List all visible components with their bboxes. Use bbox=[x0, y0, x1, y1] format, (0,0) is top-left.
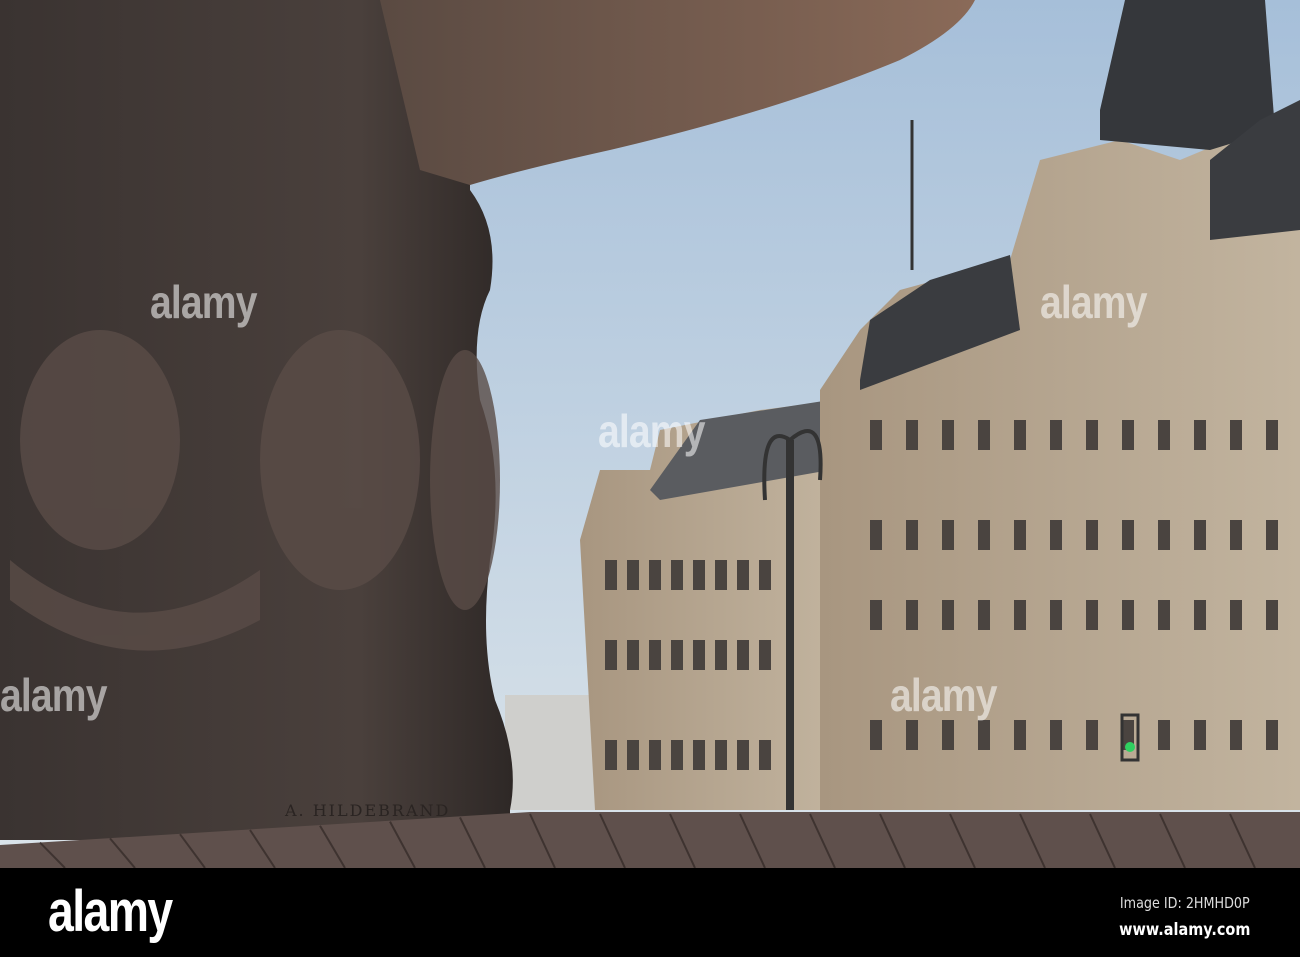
window bbox=[671, 640, 683, 670]
window bbox=[1086, 420, 1098, 450]
window bbox=[906, 520, 918, 550]
window bbox=[1050, 420, 1062, 450]
window bbox=[1014, 420, 1026, 450]
window bbox=[1158, 520, 1170, 550]
window bbox=[942, 420, 954, 450]
footer-bar: alamy Image ID: 2HMHD0P www.alamy.com bbox=[0, 868, 1300, 957]
window bbox=[1122, 520, 1134, 550]
watermark: alamy bbox=[1040, 276, 1147, 328]
window bbox=[870, 600, 882, 630]
window bbox=[605, 560, 617, 590]
window bbox=[1122, 600, 1134, 630]
window bbox=[1230, 720, 1242, 750]
inscription: A. HILDEBRAND bbox=[284, 801, 450, 820]
window bbox=[1014, 600, 1026, 630]
window bbox=[1230, 520, 1242, 550]
window bbox=[693, 640, 705, 670]
window bbox=[759, 560, 771, 590]
window bbox=[942, 520, 954, 550]
watermark: alamy bbox=[598, 405, 705, 457]
window bbox=[1014, 720, 1026, 750]
window bbox=[693, 740, 705, 770]
window bbox=[942, 720, 954, 750]
window bbox=[1194, 720, 1206, 750]
site-url: www.alamy.com bbox=[1118, 920, 1250, 940]
window bbox=[671, 740, 683, 770]
window bbox=[627, 740, 639, 770]
window bbox=[906, 720, 918, 750]
window bbox=[1158, 600, 1170, 630]
window bbox=[1194, 600, 1206, 630]
window bbox=[906, 420, 918, 450]
window bbox=[1086, 520, 1098, 550]
window bbox=[715, 560, 727, 590]
tower bbox=[1100, 0, 1275, 150]
distant-building bbox=[505, 695, 600, 810]
image-id: Image ID: 2HMHD0P bbox=[1120, 894, 1250, 912]
window bbox=[978, 420, 990, 450]
window bbox=[737, 640, 749, 670]
window bbox=[906, 600, 918, 630]
window bbox=[978, 720, 990, 750]
window bbox=[759, 740, 771, 770]
window bbox=[1050, 720, 1062, 750]
window bbox=[870, 720, 882, 750]
window bbox=[1266, 420, 1278, 450]
window bbox=[1266, 600, 1278, 630]
window bbox=[1194, 520, 1206, 550]
window bbox=[1158, 720, 1170, 750]
window bbox=[1086, 720, 1098, 750]
window bbox=[978, 520, 990, 550]
window bbox=[1230, 600, 1242, 630]
window bbox=[627, 560, 639, 590]
window bbox=[649, 640, 661, 670]
window bbox=[737, 560, 749, 590]
watermark: alamy bbox=[150, 276, 257, 328]
lamp-post bbox=[786, 440, 794, 810]
window bbox=[715, 740, 727, 770]
window bbox=[693, 560, 705, 590]
window bbox=[715, 640, 727, 670]
window bbox=[1266, 520, 1278, 550]
window bbox=[870, 420, 882, 450]
window bbox=[942, 600, 954, 630]
window bbox=[759, 640, 771, 670]
window bbox=[1266, 720, 1278, 750]
window bbox=[1086, 600, 1098, 630]
window bbox=[649, 740, 661, 770]
alamy-logo: alamy bbox=[48, 879, 173, 944]
window bbox=[978, 600, 990, 630]
image-stage: A. HILDEBRAND alamy alamy alamy alamy al… bbox=[0, 0, 1300, 957]
traffic-light bbox=[1125, 742, 1135, 752]
window bbox=[605, 640, 617, 670]
window bbox=[1014, 520, 1026, 550]
window bbox=[627, 640, 639, 670]
watermark: alamy bbox=[890, 669, 997, 721]
window bbox=[1230, 420, 1242, 450]
window bbox=[737, 740, 749, 770]
window bbox=[870, 520, 882, 550]
window bbox=[605, 740, 617, 770]
window bbox=[649, 560, 661, 590]
window bbox=[1050, 600, 1062, 630]
window bbox=[1194, 420, 1206, 450]
watermark: alamy bbox=[0, 669, 107, 721]
window bbox=[1158, 420, 1170, 450]
window bbox=[1122, 420, 1134, 450]
window bbox=[1050, 520, 1062, 550]
window bbox=[671, 560, 683, 590]
